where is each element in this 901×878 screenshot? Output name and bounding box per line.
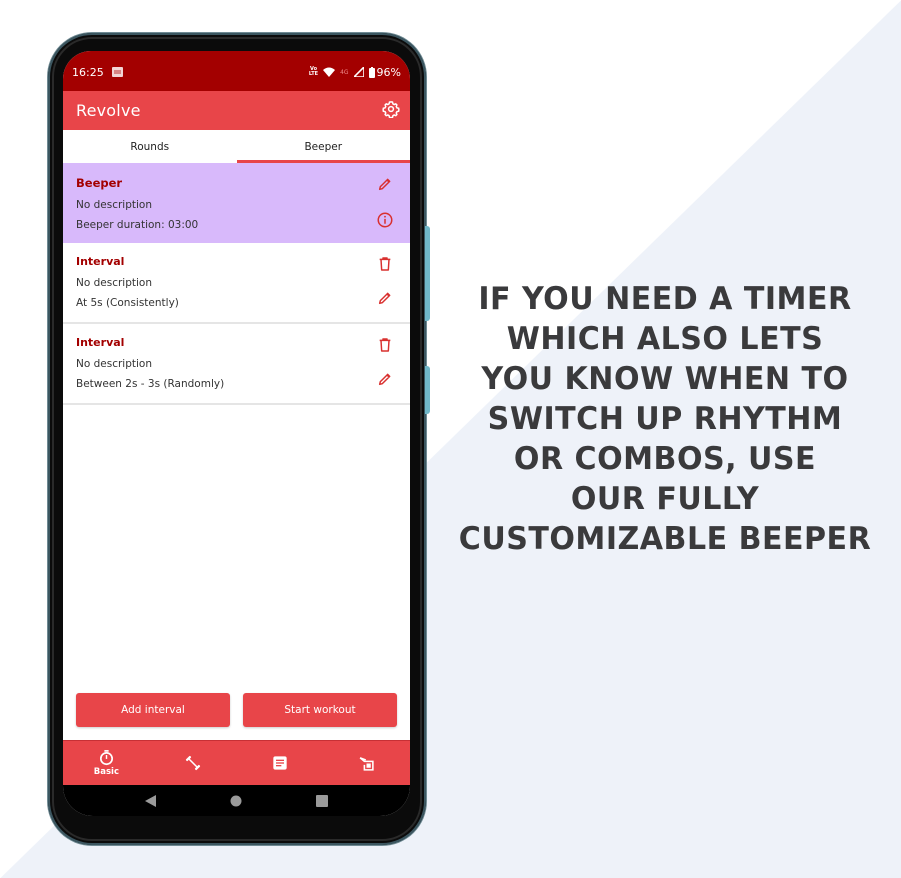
interval-item[interactable]: Interval No description Between 2s - 3s … — [63, 324, 410, 405]
pencil-icon — [378, 373, 391, 386]
edit-interval-button[interactable] — [376, 370, 394, 388]
tagline-line: WHICH ALSO LETS — [506, 321, 824, 357]
beeper-duration: Beeper duration: 03:00 — [76, 219, 199, 231]
delete-interval-button[interactable] — [376, 255, 394, 273]
back-icon[interactable] — [145, 794, 156, 807]
gallery-notification-icon — [111, 67, 123, 77]
status-bar: 16:25 Vo LTE 4G 96% — [63, 51, 410, 91]
interval-detail: At 5s (Consistently) — [76, 297, 179, 309]
gear-icon — [382, 100, 400, 118]
tab-bar: Rounds Beeper — [63, 130, 410, 163]
notes-icon — [273, 756, 287, 770]
home-icon[interactable] — [230, 795, 242, 807]
network-type: 4G — [340, 68, 349, 76]
interval-description: No description — [76, 277, 152, 289]
tagline-line: SWITCH UP RHYTHM — [487, 401, 843, 437]
tab-beeper[interactable]: Beeper — [236, 130, 410, 163]
power-button — [425, 366, 430, 414]
battery-percent: 96% — [376, 65, 401, 79]
tagline-line: OR COMBOS, USE — [513, 441, 817, 477]
app-title: Revolve — [76, 101, 141, 120]
beeper-item[interactable]: Beeper No description Beeper duration: 0… — [63, 163, 410, 243]
dumbbell-icon — [186, 755, 201, 771]
volte-icon: Vo LTE — [308, 66, 319, 77]
add-interval-button[interactable]: Add interval — [76, 693, 230, 727]
exercise-icon — [359, 756, 374, 771]
pencil-icon — [378, 178, 391, 191]
recents-icon[interactable] — [316, 794, 328, 807]
phone-frame: 16:25 Vo LTE 4G 96% Revolve Rounds Beepe… — [48, 33, 430, 845]
tagline-line: IF YOU NEED A TIMER — [478, 281, 852, 317]
start-workout-button[interactable]: Start workout — [243, 693, 397, 727]
settings-button[interactable] — [382, 100, 400, 122]
battery-icon — [368, 66, 375, 78]
interval-title: Interval — [76, 255, 125, 268]
system-navigation-bar — [63, 785, 410, 816]
interval-detail: Between 2s - 3s (Randomly) — [76, 378, 225, 390]
info-icon — [377, 212, 393, 228]
trash-icon — [379, 257, 391, 271]
stopwatch-icon — [99, 750, 113, 766]
signal-icon — [353, 67, 364, 77]
delete-interval-button[interactable] — [376, 336, 394, 354]
phone-screen: 16:25 Vo LTE 4G 96% Revolve Rounds Beepe… — [63, 51, 410, 816]
edit-interval-button[interactable] — [376, 289, 394, 307]
bottom-navigation: Basic — [63, 740, 410, 785]
beeper-description: No description — [76, 199, 152, 211]
interval-item[interactable]: Interval No description At 5s (Consisten… — [63, 243, 410, 324]
beeper-info-button[interactable] — [376, 211, 394, 229]
tagline-line: OUR FULLY — [570, 481, 760, 517]
nav-basic-label: Basic — [93, 767, 119, 777]
interval-title: Interval — [76, 336, 125, 349]
status-time: 16:25 — [72, 65, 104, 79]
pencil-icon — [378, 292, 391, 305]
nav-notes[interactable] — [245, 755, 315, 771]
nav-exercises[interactable] — [332, 755, 402, 772]
tagline-line: YOU KNOW WHEN TO — [481, 361, 849, 397]
nav-workouts[interactable] — [158, 754, 228, 772]
edit-beeper-button[interactable] — [376, 175, 394, 193]
tagline-line: CUSTOMIZABLE BEEPER — [458, 521, 872, 557]
volume-button — [425, 226, 430, 321]
nav-basic[interactable]: Basic — [71, 749, 141, 777]
tab-rounds[interactable]: Rounds — [63, 130, 237, 163]
wifi-icon — [323, 67, 336, 77]
interval-description: No description — [76, 358, 152, 370]
trash-icon — [379, 338, 391, 352]
app-bar: Revolve — [63, 91, 410, 130]
action-buttons: Add interval Start workout — [76, 693, 397, 727]
marketing-tagline: IF YOU NEED A TIMER WHICH ALSO LETS YOU … — [452, 279, 879, 559]
beeper-title: Beeper — [76, 176, 123, 190]
